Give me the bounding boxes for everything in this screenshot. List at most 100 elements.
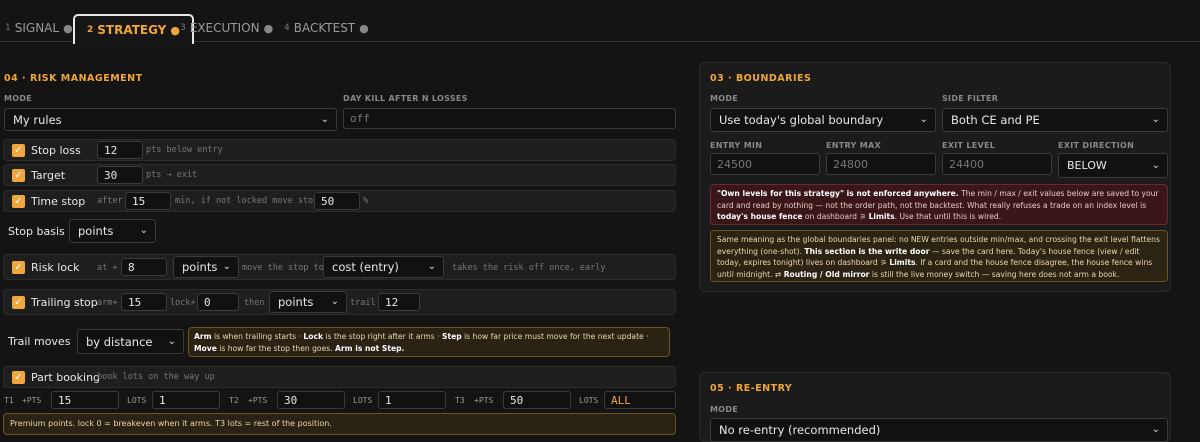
- risk-lock-row: ✓ Risk lock at + 8 points ⌄ move the sto…: [3, 254, 676, 280]
- risk-lock-input[interactable]: 8: [121, 258, 167, 276]
- risk-lock-hint: takes the risk off once, early: [452, 263, 606, 273]
- risk-lock-at: at +: [97, 263, 118, 273]
- chevron-down-icon: ⌄: [919, 113, 928, 125]
- entry-min-input[interactable]: 24500: [710, 153, 820, 175]
- exit-level-input[interactable]: 24400: [942, 153, 1052, 175]
- t3-lots-input[interactable]: ALL: [604, 391, 676, 409]
- status-dot-icon: ●: [263, 21, 274, 35]
- exit-level-label: EXIT LEVEL: [942, 141, 996, 150]
- time-stop-input[interactable]: 15: [125, 192, 171, 210]
- note-text: is when trailing starts ·: [211, 332, 304, 341]
- tab-strategy[interactable]: 2 STRATEGY ●: [73, 14, 194, 44]
- t1-pts-input[interactable]: 15: [51, 391, 119, 409]
- boundaries-info-note: Same meaning as the global boundaries pa…: [710, 230, 1168, 282]
- tab-label: STRATEGY: [97, 23, 167, 37]
- part-booking-row: ✓ Part booking book lots on the way up: [3, 366, 676, 388]
- chevron-down-icon: ⌄: [139, 224, 148, 236]
- part-booking-footer-note: Premium points. lock 0 = breakeven when …: [3, 413, 676, 435]
- trailing-trail-label: trail: [350, 298, 376, 308]
- t2-pts-input[interactable]: 30: [277, 391, 345, 409]
- part-booking-label: Part booking: [31, 371, 101, 384]
- t2-lots-input[interactable]: 1: [378, 391, 446, 409]
- risk-section-title: 04 · RISK MANAGEMENT: [4, 73, 143, 84]
- trailing-unit-select[interactable]: points ⌄: [269, 291, 347, 313]
- risk-lock-target-select[interactable]: cost (entry) ⌄: [323, 256, 444, 278]
- trailing-lock-input[interactable]: 0: [197, 293, 239, 311]
- trailing-stop-row: ✓ Trailing stop arm+ 15 lock+ 0 then poi…: [3, 289, 676, 315]
- time-stop-after: after: [97, 196, 123, 206]
- stop-loss-input[interactable]: 12: [97, 141, 143, 159]
- chevron-down-icon: ⌄: [330, 295, 339, 307]
- stop-basis-select[interactable]: points ⌄: [69, 219, 156, 243]
- part-booking-hint: book lots on the way up: [97, 372, 215, 382]
- stop-basis-label: Stop basis: [8, 225, 65, 238]
- t2-pts-label: +PTS: [248, 396, 268, 405]
- trail-moves-select[interactable]: by distance ⌄: [77, 329, 184, 354]
- boundaries-warning-note: "Own levels for this strategy" is not en…: [710, 184, 1168, 225]
- target-checkbox[interactable]: ✓: [12, 169, 25, 182]
- trailing-trail-input[interactable]: 12: [378, 293, 420, 311]
- reentry-mode-label: MODE: [710, 405, 739, 414]
- t1-lots-label: LOTS: [127, 396, 147, 405]
- target-row: ✓ Target 30 pts → exit: [3, 164, 676, 186]
- target-hint: pts → exit: [146, 170, 198, 180]
- time-stop-checkbox[interactable]: ✓: [12, 195, 25, 208]
- trailing-stop-label: Trailing stop: [31, 296, 98, 309]
- chevron-down-icon: ⌄: [167, 335, 176, 347]
- tab-number: 2: [87, 25, 94, 35]
- daykill-input[interactable]: off: [343, 108, 676, 129]
- entry-max-input[interactable]: 24800: [826, 153, 936, 175]
- risk-lock-unit-select[interactable]: points ⌄: [173, 256, 239, 278]
- reentry-section-title: 05 · RE-ENTRY: [710, 383, 793, 394]
- trailing-stop-checkbox[interactable]: ✓: [12, 296, 25, 309]
- note-bold: Routing / Old mirror: [783, 269, 870, 279]
- t3-pts-input[interactable]: 50: [503, 391, 571, 409]
- side-filter-select[interactable]: Both CE and PE ⌄: [942, 108, 1168, 132]
- note-text: on dashboard ⚞: [802, 212, 869, 221]
- note-text: . Use that until this is wired.: [894, 212, 1002, 221]
- note-text: is still the live money switch — saving …: [869, 269, 1120, 279]
- t3-pts-label: +PTS: [474, 396, 494, 405]
- status-dot-icon: ●: [359, 21, 369, 35]
- chevron-down-icon: ⌄: [1151, 159, 1160, 171]
- reentry-mode-select[interactable]: No re-entry (recommended) ⌄: [710, 418, 1168, 442]
- chevron-down-icon: ⌄: [320, 113, 329, 125]
- tab-number: 3: [180, 23, 186, 33]
- trail-moves-note: Arm is when trailing starts · Lock is th…: [188, 327, 670, 357]
- risk-lock-checkbox[interactable]: ✓: [12, 261, 25, 274]
- tab-label: SIGNAL: [14, 21, 60, 35]
- t1-label: T1: [4, 396, 14, 405]
- risk-mode-select[interactable]: My rules ⌄: [4, 108, 337, 131]
- exit-direction-label: EXIT DIRECTION: [1058, 141, 1135, 150]
- select-value: Both CE and PE: [951, 113, 1040, 127]
- boundaries-mode-select[interactable]: Use today's global boundary ⌄: [710, 108, 936, 132]
- entry-min-label: ENTRY MIN: [710, 141, 763, 150]
- select-value: points: [78, 224, 114, 238]
- trail-moves-label: Trail moves: [8, 335, 71, 348]
- tab-label: BACKTEST: [293, 21, 356, 35]
- step-tabs: 1 SIGNAL ● 2 STRATEGY ● 3 EXECUTION ● 4 …: [0, 0, 1200, 44]
- status-dot-icon: ●: [170, 23, 180, 37]
- tab-signal[interactable]: 1 SIGNAL ●: [5, 14, 73, 42]
- t1-lots-input[interactable]: 1: [152, 391, 220, 409]
- note-bold: Arm is not Step.: [335, 343, 405, 353]
- target-input[interactable]: 30: [97, 166, 143, 184]
- note-bold: Arm: [194, 332, 212, 341]
- time-stop-percent-input[interactable]: 50: [314, 192, 360, 210]
- exit-direction-select[interactable]: BELOW ⌄: [1058, 153, 1168, 178]
- note-bold: Lock: [303, 332, 323, 341]
- side-filter-label: SIDE FILTER: [942, 94, 999, 103]
- time-stop-row: ✓ Time stop after 15 min, if not locked …: [3, 190, 676, 212]
- trailing-arm-input[interactable]: 15: [121, 293, 167, 311]
- trailing-arm-label: arm+: [97, 298, 118, 308]
- t3-lots-label: LOTS: [579, 396, 599, 405]
- part-booking-checkbox[interactable]: ✓: [12, 371, 25, 384]
- note-text: is how far price must move for the next …: [461, 332, 649, 341]
- note-bold: This section is the write door: [804, 246, 930, 256]
- stop-loss-checkbox[interactable]: ✓: [12, 144, 25, 157]
- note-bold: today's house fence: [717, 212, 803, 221]
- boundaries-section-title: 03 · BOUNDARIES: [710, 73, 812, 84]
- trailing-lock-label: lock+: [170, 298, 196, 308]
- tab-backtest[interactable]: 4 BACKTEST ●: [284, 14, 369, 42]
- tab-execution[interactable]: 3 EXECUTION ●: [180, 14, 273, 42]
